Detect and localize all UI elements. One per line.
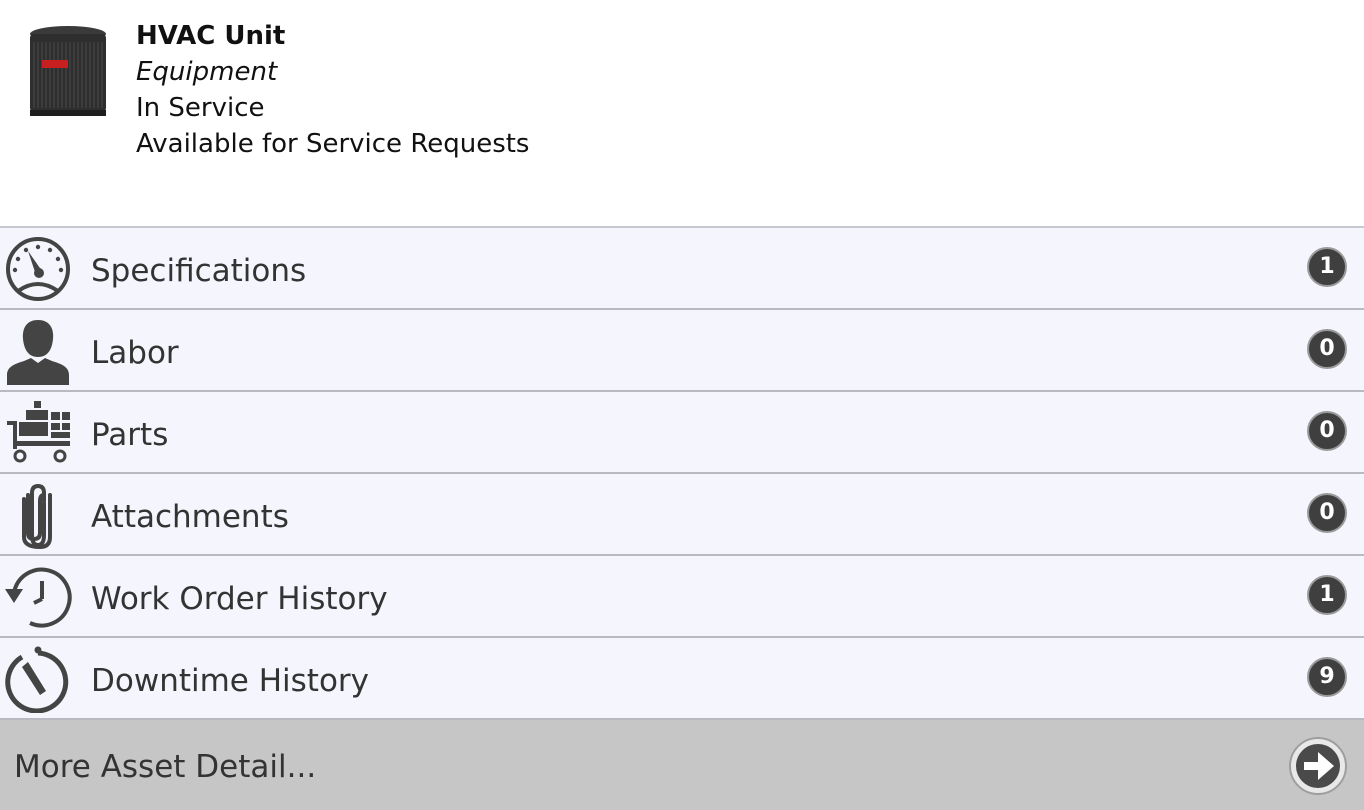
asset-info: HVAC Unit Equipment In Service Available… bbox=[136, 18, 529, 162]
asset-name: HVAC Unit bbox=[136, 21, 286, 51]
section-label: Work Order History bbox=[91, 581, 388, 617]
section-attachments[interactable]: Attachments 0 bbox=[0, 474, 1364, 556]
section-parts[interactable]: Parts 0 bbox=[0, 392, 1364, 474]
section-work-order-history[interactable]: Work Order History 1 bbox=[0, 556, 1364, 638]
paperclip-icon bbox=[22, 483, 52, 549]
count-badge: 9 bbox=[1307, 657, 1347, 697]
more-asset-detail-button[interactable]: More Asset Detail... bbox=[0, 720, 1364, 810]
arrow-right-circle-icon[interactable] bbox=[1288, 736, 1348, 796]
section-downtime-history[interactable]: Downtime History 9 bbox=[0, 638, 1364, 720]
person-icon bbox=[7, 320, 69, 385]
section-label: Downtime History bbox=[91, 663, 370, 699]
section-specifications[interactable]: Specifications 1 bbox=[0, 228, 1364, 310]
asset-type: Equipment bbox=[136, 57, 278, 87]
section-label: Labor bbox=[91, 335, 179, 371]
section-labor[interactable]: Labor 0 bbox=[0, 310, 1364, 392]
section-list: Specifications 1 Labor 0 Parts 0 Attachm… bbox=[0, 228, 1364, 720]
count-badge: 1 bbox=[1307, 575, 1347, 615]
asset-status: In Service bbox=[136, 93, 265, 123]
hvac-unit-image bbox=[30, 26, 106, 116]
speedometer-icon bbox=[6, 237, 70, 301]
asset-header: HVAC Unit Equipment In Service Available… bbox=[0, 0, 1364, 228]
section-label: Attachments bbox=[91, 499, 289, 535]
asset-availability: Available for Service Requests bbox=[136, 129, 530, 159]
parts-cart-icon bbox=[7, 401, 70, 463]
section-label: Specifications bbox=[91, 253, 307, 289]
section-label: Parts bbox=[91, 417, 169, 453]
count-badge: 0 bbox=[1307, 493, 1347, 533]
more-asset-detail-label: More Asset Detail... bbox=[14, 749, 317, 785]
count-badge: 0 bbox=[1307, 411, 1347, 451]
stopwatch-icon bbox=[5, 646, 69, 713]
history-icon bbox=[5, 567, 72, 628]
count-badge: 1 bbox=[1307, 247, 1347, 287]
count-badge: 0 bbox=[1307, 329, 1347, 369]
